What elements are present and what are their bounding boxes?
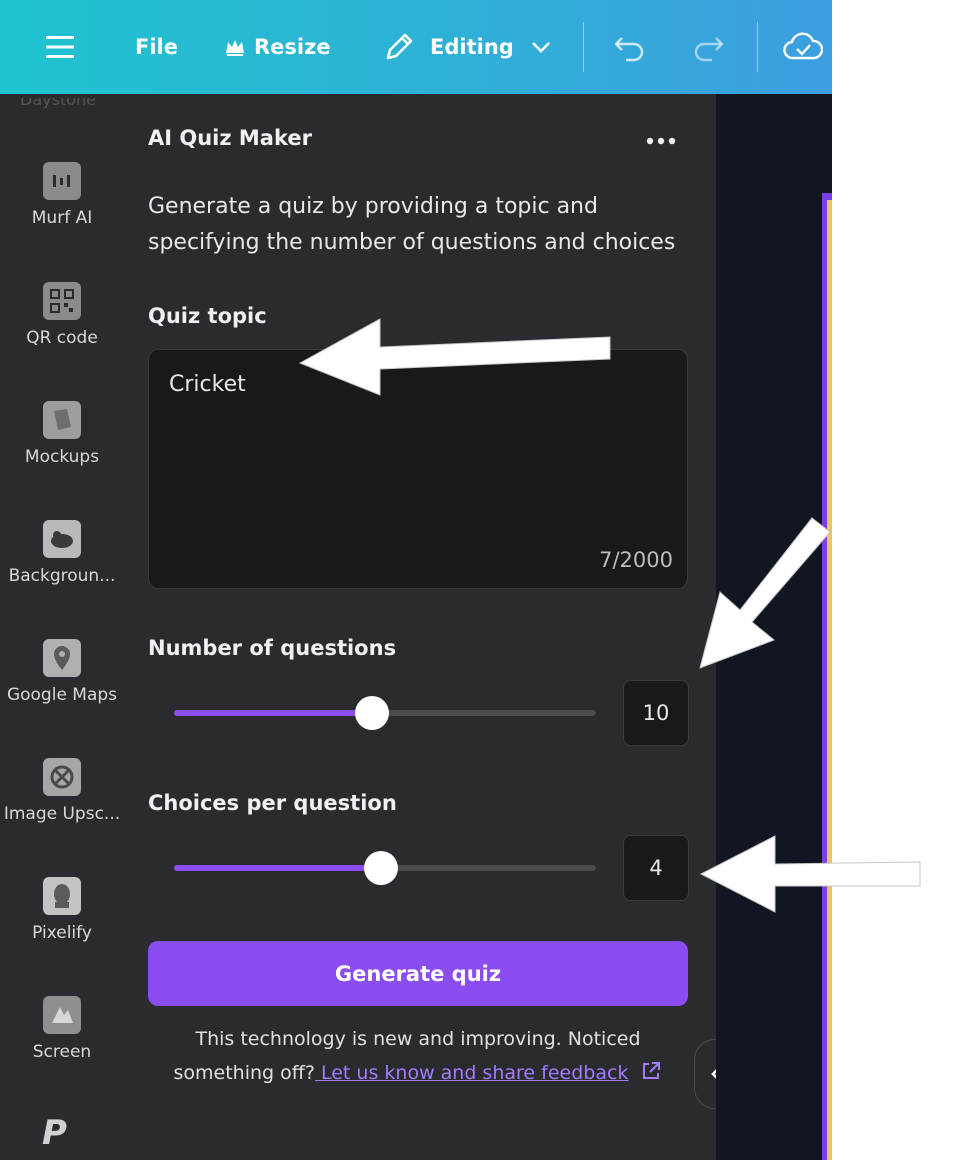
sidebar-item-label: QR code [26,328,98,348]
quiz-topic-label: Quiz topic [148,304,267,328]
editing-mode-dropdown[interactable]: Editing [382,0,552,94]
undo-button[interactable] [612,0,648,94]
design-page-content [827,200,832,1160]
slider-fill [174,865,381,871]
sidebar-item-google-maps[interactable]: Google Maps [0,639,124,705]
sidebar-item-pixelify[interactable]: Pixelify [0,877,124,943]
feedback-note: This technology is new and improving. No… [148,1022,688,1090]
sidebar-item-label: Murf AI [31,208,93,228]
slider-fill [174,710,373,716]
sidebar-item-mockups[interactable]: Mockups [0,401,124,467]
questions-slider[interactable] [174,696,596,730]
hamburger-menu-button[interactable] [44,0,78,94]
resize-label: Resize [254,35,331,59]
cloud-save-button[interactable] [783,0,823,94]
external-link-icon[interactable] [640,1060,662,1082]
screen-icon [43,996,81,1034]
map-pin-icon [43,639,81,677]
plugin-logo[interactable]: P [42,1113,67,1153]
slider-thumb[interactable] [363,851,398,885]
sidebar-item-label: Mockups [24,447,100,467]
annotation-arrow-questions [699,517,830,669]
panel-description: Generate a quiz by providing a topic and… [148,194,676,255]
murf-icon [43,162,81,200]
more-dots-icon [646,137,676,145]
choices-slider[interactable] [174,851,596,885]
sidebar-item-backgrounds[interactable]: Backgroun... [0,520,124,586]
backgrounds-icon [43,520,81,558]
cut-off-label: Daystone [20,98,96,109]
number-of-questions-label: Number of questions [148,636,397,660]
choices-per-question-label: Choices per question [148,791,397,815]
cloud-check-icon [783,32,823,60]
annotation-arrow-topic [298,318,611,396]
mockups-icon [43,401,81,439]
sidebar-item-label: Google Maps [6,685,118,705]
qr-code-icon [43,282,81,320]
toolbar-divider [757,22,758,72]
top-toolbar: File Resize Editing [0,0,832,94]
sidebar-item-qr-code[interactable]: QR code [0,282,124,348]
hamburger-icon [46,36,74,58]
sidebar-item-murf-ai[interactable]: Murf AI [0,162,124,228]
redo-icon [694,37,724,62]
toolbar-divider [583,22,584,72]
pencil-icon [386,33,413,60]
sidebar-item-label: Backgroun... [8,566,116,586]
file-label: File [135,35,178,59]
annotation-arrow-choices [699,835,921,913]
sidebar-item-label: Pixelify [32,923,92,943]
undo-icon [614,37,644,62]
more-options-button[interactable] [645,124,677,154]
chevron-down-icon [531,42,550,53]
feedback-link[interactable]: Let us know and share feedback [315,1062,628,1084]
character-count: 7/2000 [599,548,673,572]
choices-count-input[interactable]: 4 [623,835,689,901]
generate-quiz-button[interactable]: Generate quiz [148,941,688,1006]
sidebar-item-label: Image Upsc... [3,804,121,824]
panel-title: AI Quiz Maker [148,126,312,150]
file-menu-button[interactable]: File [135,0,178,94]
sidebar-item-label: Screen [32,1042,92,1062]
image-upscaler-icon [43,758,81,796]
editing-label: Editing [430,35,514,59]
sidebar-item-screen[interactable]: Screen [0,996,124,1062]
pixelify-icon [43,877,81,915]
resize-button[interactable]: Resize [224,0,331,94]
sidebar-item-image-upscaler[interactable]: Image Upsc... [0,758,124,824]
crown-icon [226,40,244,56]
redo-button[interactable] [690,0,726,94]
quiz-topic-value: Cricket [169,372,246,397]
questions-count-input[interactable]: 10 [623,680,689,746]
